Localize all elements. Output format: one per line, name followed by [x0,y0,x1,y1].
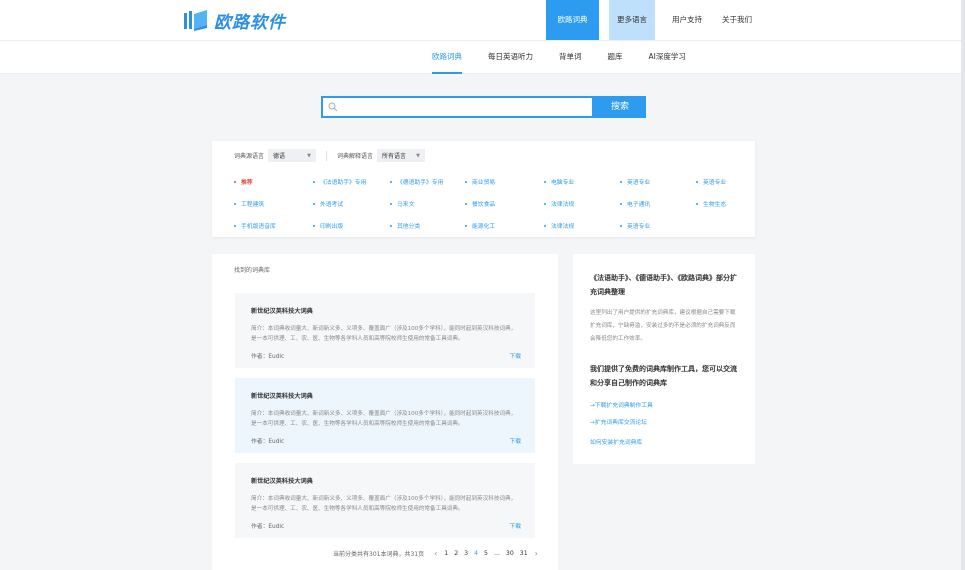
sub-nav: 欧路词典 每日英语听力 背单词 题库 AI深度学习 [432,41,712,74]
forum-link[interactable]: →扩充词典库交流论坛 [590,417,647,426]
card-title: 新世纪汉英科技大词典 [251,308,313,315]
card-description: 简介：本词典收词量大、新词新义多、义项多、覆盖面广（涉及100多个学科），能同时… [251,496,517,512]
category-item[interactable]: 手机版语音库 [234,221,276,230]
category-item[interactable]: 能源化工 [465,221,495,230]
download-tool-link[interactable]: →下载扩充词典制作工具 [590,400,653,409]
topnav-more-languages[interactable]: 更多语言 [609,0,655,40]
page-link[interactable]: 1 [444,550,448,557]
tab-daily-listening[interactable]: 每日英语听力 [488,41,533,74]
page-link-current[interactable]: 4 [474,550,478,557]
card-author: 作者：Eudic [251,354,285,360]
category-item[interactable]: 电脑专业 [544,177,574,186]
search-button[interactable]: 搜索 [594,96,646,118]
target-language-value: 所有语言 [382,153,407,160]
source-language-label: 词典源语言 [234,153,265,160]
sub-nav-bar: 欧路词典 每日英语听力 背单词 题库 AI深度学习 [0,40,965,74]
page-link[interactable]: 2 [454,550,458,557]
card-author: 作者：Eudic [251,524,285,530]
results-panel: 找到的词典库 新世纪汉英科技大词典 简介：本词典收词量大、新词新义多、义项多、覆… [212,254,558,570]
page-scrollbar[interactable] [961,0,965,570]
search-icon [328,102,338,112]
search-box [321,96,594,121]
page-ellipsis: ... [493,550,500,557]
category-item[interactable]: 英语专业 [620,177,650,186]
brand-logo[interactable]: 欧路软件 [182,7,286,33]
results-title: 找到的词典库 [234,267,271,274]
dictionary-card[interactable]: 新世纪汉英科技大词典 简介：本词典收词量大、新词新义多、义项多、覆盖面广（涉及1… [235,293,535,368]
install-guide-link[interactable]: 如何安装扩充词典库 [590,437,642,446]
filter-panel: 词典源语言 德语 ▼ 词典解释语言 所有语言 ▼ 推荐 《法语助手》专用 《德语… [212,141,755,237]
sidebar-panel: 《法语助手》、《德语助手》、《欧路词典》部分扩充词典整理 这里列出了用户提供的扩… [573,254,755,464]
category-item[interactable]: 商业贸易 [465,177,495,186]
target-language-select[interactable]: 所有语言 ▼ [377,149,426,162]
chevron-down-icon: ▼ [307,152,312,159]
category-item[interactable]: 英语专业 [696,177,726,186]
dictionary-card[interactable]: 新世纪汉英科技大词典 简介：本词典收词量大、新词新义多、义项多、覆盖面广（涉及1… [235,463,535,538]
download-link[interactable]: 下载 [509,521,521,530]
brand-name: 欧路软件 [214,12,286,33]
tab-question-bank[interactable]: 题库 [608,41,623,74]
page-link[interactable]: 31 [520,550,528,557]
chevron-left-icon[interactable]: ‹ [434,549,437,558]
topnav-about-us[interactable]: 关于我们 [713,0,761,40]
category-item[interactable]: 工程建筑 [234,199,264,208]
category-item[interactable]: 法律法规 [544,199,574,208]
divider [326,150,328,161]
tab-vocabulary[interactable]: 背单词 [559,41,582,74]
page-link[interactable]: 5 [484,550,488,557]
page-link[interactable]: 30 [506,550,514,557]
category-item[interactable]: 外语考试 [313,199,343,208]
category-item[interactable]: 英语专业 [620,221,650,230]
search-bar: 搜索 [321,96,646,121]
site-header: 欧路软件 欧路词典 更多语言 用户支持 关于我们 [0,0,965,40]
tab-ai-learning[interactable]: AI深度学习 [649,41,686,74]
page-link[interactable]: 3 [464,550,468,557]
category-item[interactable]: 《法语助手》专用 [313,177,366,186]
pagination: 当前分类共有301本词典，共31页 ‹ 1 2 3 4 5 ... 30 31 … [333,549,542,558]
card-title: 新世纪汉英科技大词典 [251,393,313,400]
target-language-label: 词典解释语言 [337,153,374,160]
sidebar-description: 这里列出了用户提供的扩充词典库，建议根据自己需要下载扩充词库，宁缺毋滥，安装过多… [590,310,736,342]
category-item[interactable]: 法律法规 [544,221,574,230]
category-item[interactable]: 印刷出版 [313,221,343,230]
category-item[interactable]: 其他分类 [390,221,420,230]
language-filter-row: 词典源语言 德语 ▼ 词典解释语言 所有语言 ▼ [234,149,426,162]
chevron-down-icon: ▼ [416,152,421,159]
source-language-value: 德语 [273,153,286,160]
category-item-recommended[interactable]: 推荐 [234,177,253,186]
tab-eudic[interactable]: 欧路词典 [432,41,462,74]
category-item[interactable]: 电子通讯 [620,199,650,208]
search-input[interactable] [323,102,592,121]
download-link[interactable]: 下载 [509,351,521,360]
pagination-info: 当前分类共有301本词典，共31页 [333,551,425,558]
card-title: 新世纪汉英科技大词典 [251,478,313,485]
sidebar-subtitle: 我们提供了免费的词典库制作工具，您可以交流和分享自己制作的词典库 [590,365,737,387]
topnav-user-support[interactable]: 用户支持 [661,0,713,40]
category-item[interactable]: 《德语助手》专用 [390,177,443,186]
card-description: 简介：本词典收词量大、新词新义多、义项多、覆盖面广（涉及100多个学科），能同时… [251,411,517,427]
topnav-eudic[interactable]: 欧路词典 [546,0,599,40]
category-item[interactable]: 餐饮食品 [465,199,495,208]
chevron-right-icon[interactable]: › [535,549,538,558]
source-language-select[interactable]: 德语 ▼ [268,149,317,162]
category-item[interactable]: 马来文 [390,199,414,208]
category-item[interactable]: 生物生态 [696,199,726,208]
dictionary-card[interactable]: 新世纪汉英科技大词典 简介：本词典收词量大、新词新义多、义项多、覆盖面广（涉及1… [235,378,535,453]
logo-icon [184,10,207,31]
card-author: 作者：Eudic [251,439,285,445]
sidebar-title: 《法语助手》、《德语助手》、《欧路词典》部分扩充词典整理 [590,274,737,296]
top-nav: 欧路词典 更多语言 用户支持 关于我们 [546,0,761,40]
card-description: 简介：本词典收词量大、新词新义多、义项多、覆盖面广（涉及100多个学科），能同时… [251,326,517,342]
download-link[interactable]: 下载 [509,436,521,445]
